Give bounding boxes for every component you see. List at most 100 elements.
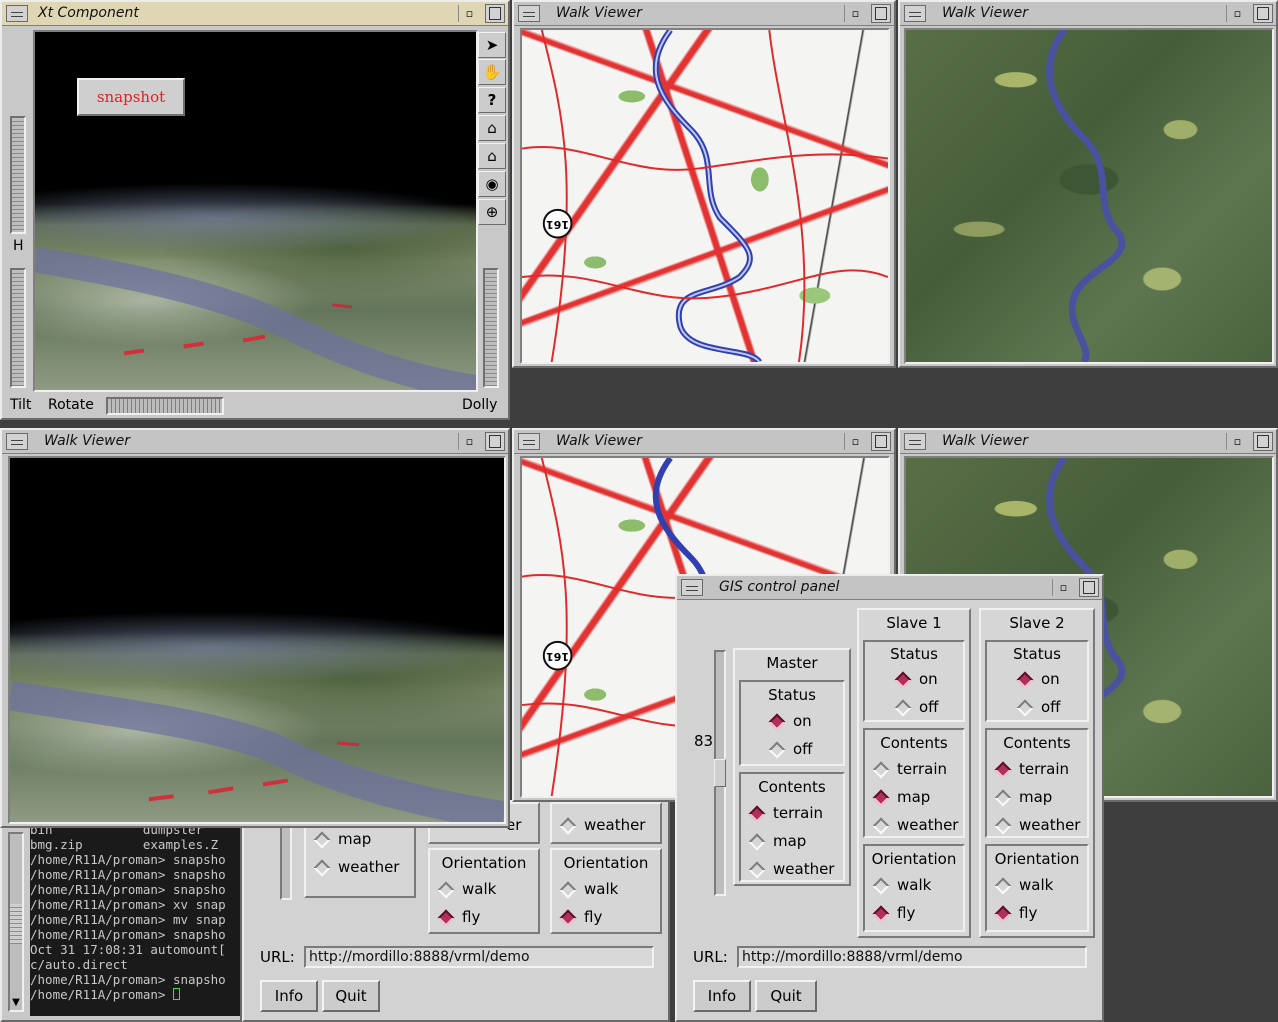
maximize-icon[interactable] xyxy=(871,432,891,451)
viewer-toolbar: ➤ ✋ ? ⌂ ⌂ ◉ ⊕ xyxy=(478,30,506,230)
gis-titlebar[interactable]: GIS control panel ▫ xyxy=(677,576,1102,600)
back-weather2-label: weather xyxy=(584,816,646,834)
home-icon[interactable]: ⌂ xyxy=(478,115,506,141)
walk-sat-bottom-titlebar[interactable]: Walk Viewer ▫ xyxy=(900,430,1276,454)
window-menu-icon[interactable] xyxy=(904,5,926,22)
terminal-scrollbar-thumb[interactable] xyxy=(10,904,22,944)
back-walk-label: walk xyxy=(462,880,497,898)
window-menu-icon[interactable] xyxy=(681,579,703,596)
slave2-orientation-title: Orientation xyxy=(994,850,1080,868)
window-menu-icon[interactable] xyxy=(518,5,540,22)
walk-sat-top-title: Walk Viewer xyxy=(942,5,1029,21)
gis-slider-thumb[interactable] xyxy=(714,759,726,787)
minimize-icon[interactable]: ▫ xyxy=(844,433,866,450)
slave1-map-label: map xyxy=(897,788,931,806)
xt-titlebar[interactable]: Xt Component ▫ xyxy=(2,2,508,26)
slave2-title: Slave 2 xyxy=(1009,614,1065,632)
gis-info-button[interactable]: Info xyxy=(693,980,751,1012)
slave2-map-label: map xyxy=(1019,788,1053,806)
window-menu-icon[interactable] xyxy=(6,5,28,22)
maximize-icon[interactable] xyxy=(485,4,505,23)
question-icon[interactable]: ? xyxy=(478,87,506,113)
rotate-label: Rotate xyxy=(48,397,94,413)
gis-vertical-slider[interactable] xyxy=(714,650,726,896)
back-map-label: map xyxy=(338,830,372,848)
slave2-status-group: Status on off xyxy=(985,640,1089,722)
minimize-icon[interactable]: ▫ xyxy=(458,433,480,450)
radio-diamond-icon xyxy=(872,817,890,835)
master-map-label: map xyxy=(773,832,807,850)
h-thumbwheel[interactable] xyxy=(10,116,26,234)
gis-quit-button[interactable]: Quit xyxy=(755,980,817,1012)
back-fly-label-2: fly xyxy=(584,908,603,926)
maximize-icon[interactable] xyxy=(1079,578,1099,597)
back-info-button[interactable]: Info xyxy=(260,980,318,1012)
terminal-scrollbar[interactable]: ▼ xyxy=(8,832,24,1012)
snapshot-button[interactable]: snapshot xyxy=(77,78,185,116)
terminal-window: ▼ bin dumpster bmg.zip examples.Z /home/… xyxy=(0,816,242,1022)
minimize-icon[interactable]: ▫ xyxy=(1052,579,1074,596)
minimize-icon[interactable]: ▫ xyxy=(458,5,480,22)
back-url-label: URL: xyxy=(260,948,295,966)
radio-diamond-icon xyxy=(313,859,331,877)
radio-diamond-icon xyxy=(994,817,1012,835)
scroll-down-arrow-icon[interactable]: ▼ xyxy=(10,996,22,1010)
terminal-prompt-line: /home/R11A/proman> xyxy=(30,987,240,1002)
radio-diamond-icon xyxy=(1016,671,1034,689)
dolly-thumbwheel[interactable] xyxy=(483,268,499,388)
view-all-icon[interactable]: ◉ xyxy=(478,171,506,197)
slave2-fly-label: fly xyxy=(1019,904,1038,922)
window-menu-icon[interactable] xyxy=(518,433,540,450)
xt-window-title: Xt Component xyxy=(38,5,139,21)
walk-sat-top-titlebar[interactable]: Walk Viewer ▫ xyxy=(900,2,1276,26)
tilt-thumbwheel[interactable] xyxy=(10,268,26,388)
terminal-line: /home/R11A/proman> mv snap xyxy=(30,912,226,927)
radio-diamond-icon xyxy=(768,713,786,731)
maximize-icon[interactable] xyxy=(1253,4,1273,23)
set-home-icon[interactable]: ⌂ xyxy=(478,143,506,169)
walk-viewer-terrain-bottom: Walk Viewer ▫ xyxy=(0,428,510,828)
gis-url-label: URL: xyxy=(693,948,728,966)
minimize-icon[interactable]: ▫ xyxy=(1226,433,1248,450)
route-161-label: 161 xyxy=(546,218,569,231)
walk-map-top-titlebar[interactable]: Walk Viewer ▫ xyxy=(514,2,894,26)
back-control-panel: map weather er weather Orientation walk … xyxy=(242,800,670,1022)
terminal-line: /home/R11A/proman> snapsho xyxy=(30,927,226,942)
minimize-icon[interactable]: ▫ xyxy=(1226,5,1248,22)
minimize-icon[interactable]: ▫ xyxy=(844,5,866,22)
rotate-thumbwheel[interactable] xyxy=(106,397,224,415)
gis-url-field[interactable]: http://mordillo:8888/vrml/demo xyxy=(737,946,1087,968)
back-url-field[interactable]: http://mordillo:8888/vrml/demo xyxy=(304,946,654,968)
walk-terrain-bottom-titlebar[interactable]: Walk Viewer ▫ xyxy=(2,430,508,454)
back-quit-button[interactable]: Quit xyxy=(322,980,380,1012)
terrain-river-render xyxy=(10,680,504,822)
back-slave2-orientation-group: Orientation walk fly xyxy=(550,848,662,934)
maximize-icon[interactable] xyxy=(871,4,891,23)
xt-viewer-canvas[interactable]: snapshot xyxy=(33,30,478,392)
map-viewer-canvas[interactable]: 161 xyxy=(520,28,890,364)
radio-diamond-icon xyxy=(313,831,331,849)
maximize-icon[interactable] xyxy=(1253,432,1273,451)
terminal-output[interactable]: bin dumpster bmg.zip examples.Z /home/R1… xyxy=(30,822,240,1016)
back-fly-label: fly xyxy=(462,908,481,926)
radio-diamond-icon xyxy=(994,877,1012,895)
walk-viewer-sat-top: Walk Viewer ▫ xyxy=(898,0,1278,368)
arrow-icon[interactable]: ➤ xyxy=(478,32,506,58)
satellite-viewer-canvas[interactable] xyxy=(904,28,1274,364)
terminal-line: /home/R11A/proman> snapsho xyxy=(30,882,226,897)
terrain-viewer-canvas[interactable] xyxy=(8,456,506,824)
master-weather-label: weather xyxy=(773,860,835,878)
walk-sat-bottom-title: Walk Viewer xyxy=(942,433,1029,449)
window-menu-icon[interactable] xyxy=(904,433,926,450)
master-contents-title: Contents xyxy=(758,778,826,796)
seek-icon[interactable]: ⊕ xyxy=(478,199,506,225)
slave2-terrain-label: terrain xyxy=(1019,760,1070,778)
hand-icon[interactable]: ✋ xyxy=(478,59,506,85)
maximize-icon[interactable] xyxy=(485,432,505,451)
window-menu-icon[interactable] xyxy=(6,433,28,450)
slave1-group: Slave 1 Status on off Contents terrain m… xyxy=(857,608,971,938)
gis-control-panel-window: GIS control panel ▫ 83 Master Status on … xyxy=(675,574,1104,1022)
terminal-line: Oct 31 17:08:31 automount[ xyxy=(30,942,226,957)
walk-map-bottom-title: Walk Viewer xyxy=(556,433,643,449)
walk-map-bottom-titlebar[interactable]: Walk Viewer ▫ xyxy=(514,430,894,454)
